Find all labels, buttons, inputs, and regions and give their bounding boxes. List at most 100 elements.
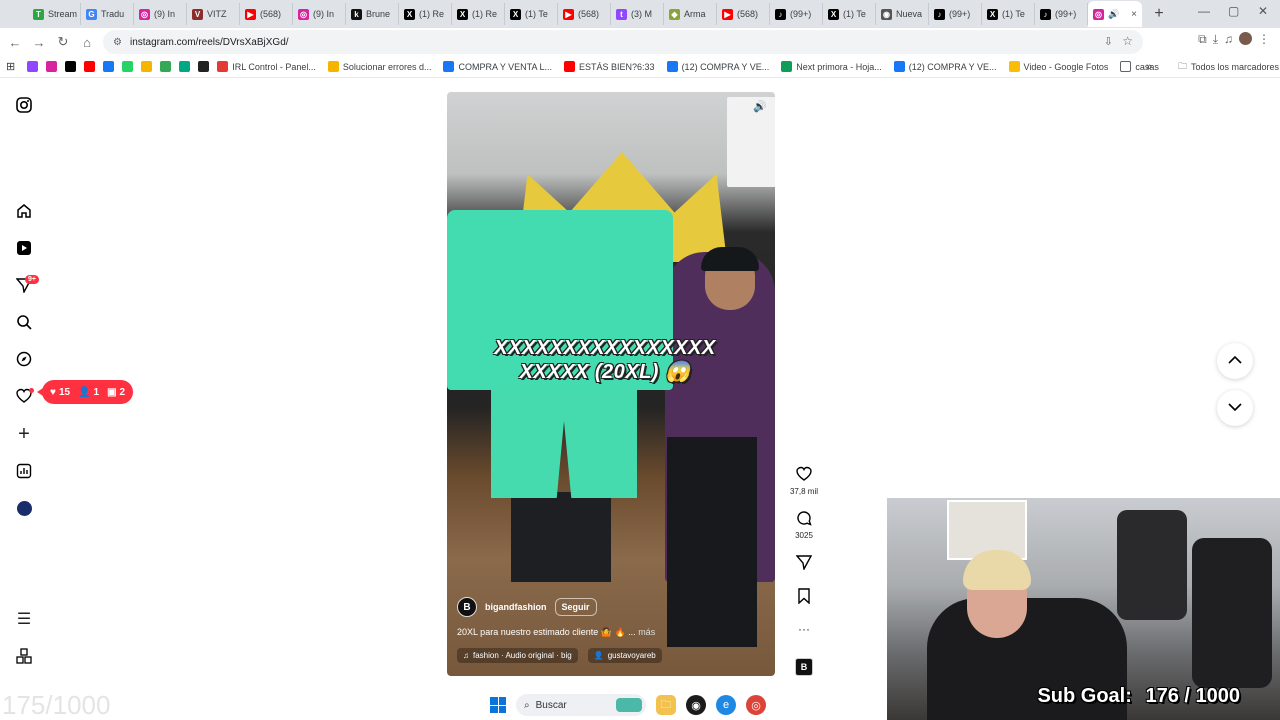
browser-tab[interactable]: ♪ (99+): [770, 3, 823, 25]
browser-tab[interactable]: ◎ (9) In: [293, 3, 346, 25]
bookmark-item[interactable]: (12) COMPRA Y VE...: [666, 61, 769, 72]
new-tab-button[interactable]: +: [1150, 5, 1168, 23]
bookmark-item[interactable]: [27, 61, 39, 72]
bookmark-item[interactable]: [46, 61, 58, 72]
tagged-user-chip[interactable]: 👤 gustavoyareb: [587, 648, 662, 663]
browser-tab[interactable]: ♪ (99+): [929, 3, 982, 25]
audio-chip[interactable]: ♫ fashion · Audio original · big: [457, 648, 578, 663]
profile-avatar[interactable]: [1239, 32, 1252, 45]
browser-tab[interactable]: X (1) Re: [399, 3, 452, 25]
file-explorer-icon[interactable]: 🗀: [656, 695, 676, 715]
comment-bubble-icon[interactable]: [796, 510, 812, 528]
sound-icon[interactable]: 🔊: [753, 100, 767, 113]
browser-tab[interactable]: G Tradu: [81, 3, 134, 25]
explore-nav-icon[interactable]: [15, 350, 33, 368]
bookmark-icon[interactable]: [797, 588, 811, 606]
chrome-icon[interactable]: ◎: [746, 695, 766, 715]
browser-tab[interactable]: k Brune: [346, 3, 399, 25]
instagram-logo-icon[interactable]: [15, 96, 33, 114]
browser-tab[interactable]: X (1) Re: [452, 3, 505, 25]
dashboard-nav-icon[interactable]: [15, 462, 33, 480]
bookmark-item[interactable]: [179, 61, 191, 72]
caption-more-link[interactable]: más: [638, 627, 655, 637]
bookmark-favicon-icon: [666, 61, 678, 72]
reload-icon[interactable]: ↻: [51, 30, 75, 54]
speaker-icon[interactable]: 🔊: [1108, 9, 1119, 20]
browser-tab[interactable]: ♪ (99+): [1035, 3, 1088, 25]
browser-tab[interactable]: ▶ (568): [558, 3, 611, 25]
close-tab-icon[interactable]: ×: [1131, 9, 1137, 20]
forward-icon[interactable]: →: [27, 30, 51, 54]
browser-tab[interactable]: X (1) Te: [505, 3, 558, 25]
author-username[interactable]: bigandfashion: [485, 602, 547, 612]
browser-tab[interactable]: T Stream: [28, 3, 81, 25]
taskbar-search[interactable]: ⌕ Buscar: [516, 694, 646, 716]
bookmark-item[interactable]: casas: [1120, 61, 1159, 72]
bookmark-item[interactable]: ESTÁS BIEN?6:33: [564, 61, 655, 72]
browser-tab[interactable]: ▶ (568): [717, 3, 770, 25]
reel-video[interactable]: 🔊 XXXXXXXXXXXXXXXX XXXXX (20XL) 😱 B biga…: [447, 92, 775, 676]
bookmark-item[interactable]: [160, 61, 172, 72]
instagram-icon: ◎: [1093, 8, 1104, 20]
close-window-icon[interactable]: ✕: [1258, 4, 1268, 18]
site-info-icon[interactable]: ⚙: [113, 37, 122, 48]
bookmark-item[interactable]: Video - Google Fotos: [1008, 61, 1108, 72]
windows-start-icon[interactable]: [490, 697, 506, 713]
media-icon[interactable]: ♫: [1224, 32, 1233, 47]
reels-nav-icon[interactable]: [15, 239, 33, 257]
browser-tab[interactable]: ◆ Arma: [664, 3, 717, 25]
more-menu-icon[interactable]: ☰: [15, 610, 33, 628]
all-bookmarks-folder[interactable]: 🗀 Todos los marcadores: [1178, 59, 1279, 75]
install-app-icon[interactable]: ⇩: [1104, 35, 1113, 48]
bookmark-item[interactable]: (12) COMPRA Y VE...: [893, 61, 997, 72]
minimize-icon[interactable]: —: [1198, 4, 1210, 18]
profile-nav-avatar[interactable]: [15, 499, 33, 517]
tab-active-instagram[interactable]: ◎ 🔊 ×: [1088, 1, 1142, 27]
maximize-icon[interactable]: ▢: [1228, 4, 1239, 18]
browser-tab[interactable]: V VITZ: [187, 3, 240, 25]
next-reel-button[interactable]: [1217, 390, 1253, 426]
activity-notification-pill[interactable]: ♥ 15 👤 1 ▣ 2: [36, 380, 134, 404]
apps-icon[interactable]: ⊞: [6, 60, 15, 73]
browser-tab[interactable]: ◎ (9) In: [134, 3, 187, 25]
address-bar[interactable]: ⚙ instagram.com/reels/DVrsXaBjXGd/ ⇩ ☆: [103, 30, 1143, 54]
browser-tab[interactable]: t (3) M: [611, 3, 664, 25]
follow-button[interactable]: Seguir: [554, 598, 597, 616]
create-nav-icon[interactable]: +: [15, 423, 33, 445]
bookmark-item[interactable]: [84, 61, 96, 72]
home-icon[interactable]: ⌂: [75, 30, 99, 54]
bookmark-item[interactable]: Solucionar errores d...: [327, 61, 431, 72]
share-paper-plane-icon[interactable]: [795, 554, 813, 572]
bookmark-item[interactable]: [198, 61, 210, 72]
author-avatar[interactable]: B: [457, 597, 477, 617]
bookmark-item[interactable]: IRL Control - Panel...: [217, 61, 316, 72]
obs-icon[interactable]: ◉: [686, 695, 706, 715]
bookmark-star-icon[interactable]: ☆: [1122, 34, 1133, 48]
menu-icon[interactable]: ⋮: [1258, 32, 1270, 47]
bookmark-item[interactable]: [65, 61, 77, 72]
bookmark-item[interactable]: [141, 61, 153, 72]
bookmark-item[interactable]: [103, 61, 115, 72]
bookmark-item[interactable]: [122, 61, 134, 72]
browser-tab[interactable]: X (1) Te: [823, 3, 876, 25]
bookmarks-overflow-icon[interactable]: »: [1146, 61, 1152, 73]
downloads-icon[interactable]: ⤓: [1213, 32, 1218, 47]
also-from-meta-icon[interactable]: [15, 647, 33, 665]
browser-tab[interactable]: ▶ (568): [240, 3, 293, 25]
tab-favicon-icon: ▶: [245, 8, 256, 20]
browser-tab[interactable]: X (1) Te: [982, 3, 1035, 25]
more-options-icon[interactable]: ···: [784, 622, 824, 636]
bookmark-item[interactable]: COMPRA Y VENTA L...: [443, 61, 552, 72]
edge-icon[interactable]: e: [716, 695, 736, 715]
home-nav-icon[interactable]: [15, 202, 33, 220]
like-heart-icon[interactable]: [796, 466, 812, 484]
bookmark-item[interactable]: Next primora - Hoja...: [781, 61, 882, 72]
browser-tab[interactable]: ◉ Nueva: [876, 3, 929, 25]
extensions-icon[interactable]: ⧉: [1198, 32, 1207, 47]
air-conditioner: [727, 97, 775, 187]
back-icon[interactable]: ←: [3, 30, 27, 54]
search-nav-icon[interactable]: [15, 313, 33, 331]
previous-reel-button[interactable]: [1217, 343, 1253, 379]
audio-thumbnail[interactable]: B: [795, 658, 813, 676]
tab-label: (3) M: [631, 9, 652, 19]
